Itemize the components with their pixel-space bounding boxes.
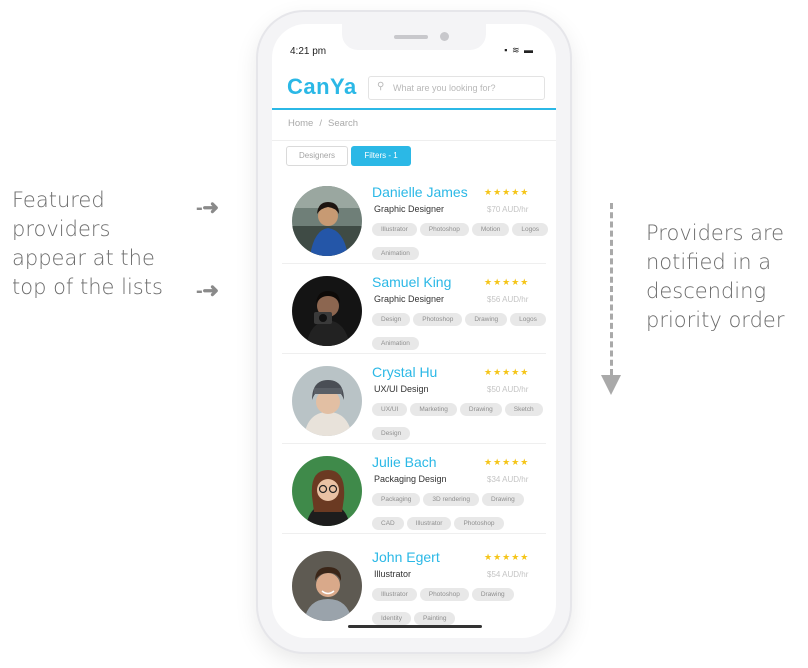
signal-wifi-battery-icon: ▪ ≋ ▬ bbox=[504, 45, 534, 55]
skill-tag[interactable]: Photoshop bbox=[413, 313, 463, 326]
search-box[interactable]: ⚲ bbox=[368, 76, 545, 100]
annotation-line: appear at the bbox=[12, 246, 155, 270]
skill-tag[interactable]: Animation bbox=[372, 247, 419, 260]
skill-tag[interactable]: Painting bbox=[413, 612, 456, 625]
camera-dot bbox=[440, 32, 449, 41]
search-icon: ⚲ bbox=[377, 81, 385, 92]
star-rating: ★★★★★ bbox=[484, 367, 530, 377]
right-arrow-icon: - ➜ bbox=[196, 197, 219, 219]
provider-role: Illustrator bbox=[374, 569, 412, 579]
right-arrow-icon: - ➜ bbox=[196, 280, 219, 302]
skill-tags: UX/UI Marketing Drawing Sketch Design bbox=[372, 398, 552, 446]
skill-tag[interactable]: Drawing bbox=[471, 588, 514, 601]
featured-providers-annotation: Featured providers appear at the top of … bbox=[12, 186, 163, 302]
breadcrumb-home[interactable]: Home bbox=[288, 118, 313, 129]
annotation-line: top of the lists bbox=[12, 275, 163, 299]
provider-name[interactable]: Crystal Hu bbox=[372, 364, 437, 380]
skill-tag[interactable]: Drawing bbox=[459, 403, 502, 416]
annotation-line: Featured bbox=[12, 188, 105, 212]
divider bbox=[282, 533, 546, 534]
skill-tag[interactable]: UX/UI bbox=[372, 403, 408, 416]
skill-tag[interactable]: Photoshop bbox=[419, 223, 469, 236]
tab-designers[interactable]: Designers bbox=[286, 146, 348, 166]
skill-tag[interactable]: Drawing bbox=[481, 493, 524, 506]
provider-rate: $54 AUD/hr bbox=[487, 570, 529, 579]
provider-card[interactable]: Crystal Hu ★★★★★ UX/UI Design $50 AUD/hr… bbox=[272, 354, 556, 444]
provider-role: Graphic Designer bbox=[374, 294, 445, 304]
skill-tag[interactable]: Design bbox=[372, 313, 411, 326]
skill-tags: Design Photoshop Drawing Logos Animation bbox=[372, 308, 552, 356]
home-indicator[interactable] bbox=[348, 625, 482, 628]
avatar[interactable] bbox=[292, 456, 362, 526]
skill-tag[interactable]: Packaging bbox=[372, 493, 421, 506]
provider-card[interactable]: Samuel King ★★★★★ Graphic Designer $56 A… bbox=[272, 264, 556, 354]
provider-card[interactable]: Julie Bach ★★★★★ Packaging Design $34 AU… bbox=[272, 444, 556, 534]
breadcrumb-current: Search bbox=[327, 118, 359, 129]
skill-tag[interactable]: Illustrator bbox=[372, 223, 417, 236]
skill-tags: Packaging 3D rendering Drawing CAD Illustrat… bbox=[372, 488, 552, 536]
star-rating: ★★★★★ bbox=[484, 187, 530, 197]
speaker-grille bbox=[394, 35, 428, 39]
skill-tag[interactable]: Drawing bbox=[465, 313, 508, 326]
canya-logo[interactable]: CanYa bbox=[287, 74, 357, 100]
skill-tags: Illustrator Photoshop Motion Logos Animation bbox=[372, 218, 552, 266]
skill-tag[interactable]: Photoshop bbox=[454, 517, 504, 530]
app-header: CanYa ⚲ bbox=[272, 72, 556, 110]
provider-card[interactable]: Danielle James ★★★★★ Graphic Designer $7… bbox=[272, 174, 556, 264]
skill-tag[interactable]: Design bbox=[372, 427, 411, 440]
avatar[interactable] bbox=[292, 551, 362, 621]
annotation-line: priority order bbox=[646, 308, 785, 332]
provider-name[interactable]: Julie Bach bbox=[372, 454, 437, 470]
annotation-line: notified in a bbox=[646, 250, 772, 274]
provider-role: Packaging Design bbox=[374, 474, 447, 484]
skill-tags: Illustrator Photoshop Drawing Identity Paint… bbox=[372, 583, 552, 631]
skill-tag[interactable]: Animation bbox=[372, 337, 419, 350]
skill-tag[interactable]: 3D rendering bbox=[423, 493, 479, 506]
down-arrow-icon bbox=[601, 375, 621, 395]
provider-name[interactable]: Danielle James bbox=[372, 184, 468, 200]
breadcrumb-separator: / bbox=[319, 118, 322, 129]
star-rating: ★★★★★ bbox=[484, 277, 530, 287]
skill-tag[interactable]: CAD bbox=[372, 517, 404, 530]
skill-tag[interactable]: Illustrator bbox=[372, 588, 417, 601]
breadcrumb: Home / Search bbox=[288, 118, 358, 129]
skill-tag[interactable]: Logos bbox=[510, 313, 546, 326]
phone-notch bbox=[342, 24, 486, 50]
provider-rate: $50 AUD/hr bbox=[487, 385, 529, 394]
provider-name[interactable]: John Egert bbox=[372, 549, 440, 565]
skill-tag[interactable]: Motion bbox=[471, 223, 510, 236]
phone-frame: 4:21 pm ▪ ≋ ▬ CanYa ⚲ Home / Search Design… bbox=[258, 12, 570, 652]
provider-rate: $56 AUD/hr bbox=[487, 295, 529, 304]
annotation-line: Providers are bbox=[646, 221, 785, 245]
provider-card[interactable]: John Egert ★★★★★ Illustrator $54 AUD/hr … bbox=[272, 539, 556, 629]
annotation-line: providers bbox=[12, 217, 111, 241]
skill-tag[interactable]: Marketing bbox=[410, 403, 457, 416]
skill-tag[interactable]: Identity bbox=[372, 612, 411, 625]
skill-tag[interactable]: Illustrator bbox=[406, 517, 452, 530]
search-input[interactable] bbox=[393, 80, 541, 95]
dashed-arrow-line bbox=[610, 203, 613, 375]
provider-rate: $70 AUD/hr bbox=[487, 205, 529, 214]
provider-role: Graphic Designer bbox=[374, 204, 445, 214]
provider-role: UX/UI Design bbox=[374, 384, 429, 394]
divider bbox=[272, 140, 556, 141]
priority-order-annotation: Providers are notified in a descending p… bbox=[646, 219, 784, 335]
skill-tag[interactable]: Logos bbox=[512, 223, 549, 236]
provider-rate: $34 AUD/hr bbox=[487, 475, 529, 484]
star-rating: ★★★★★ bbox=[484, 552, 530, 562]
skill-tag[interactable]: Sketch bbox=[504, 403, 543, 416]
avatar[interactable] bbox=[292, 366, 362, 436]
avatar[interactable] bbox=[292, 276, 362, 346]
phone-screen: 4:21 pm ▪ ≋ ▬ CanYa ⚲ Home / Search Design… bbox=[272, 24, 556, 638]
provider-name[interactable]: Samuel King bbox=[372, 274, 451, 290]
filters-button[interactable]: Filters - 1 bbox=[351, 146, 411, 166]
skill-tag[interactable]: Photoshop bbox=[419, 588, 469, 601]
star-rating: ★★★★★ bbox=[484, 457, 530, 467]
status-icons: ▪ ≋ ▬ bbox=[504, 45, 534, 56]
avatar[interactable] bbox=[292, 186, 362, 256]
annotation-line: descending bbox=[646, 279, 767, 303]
status-time: 4:21 pm bbox=[290, 46, 327, 57]
